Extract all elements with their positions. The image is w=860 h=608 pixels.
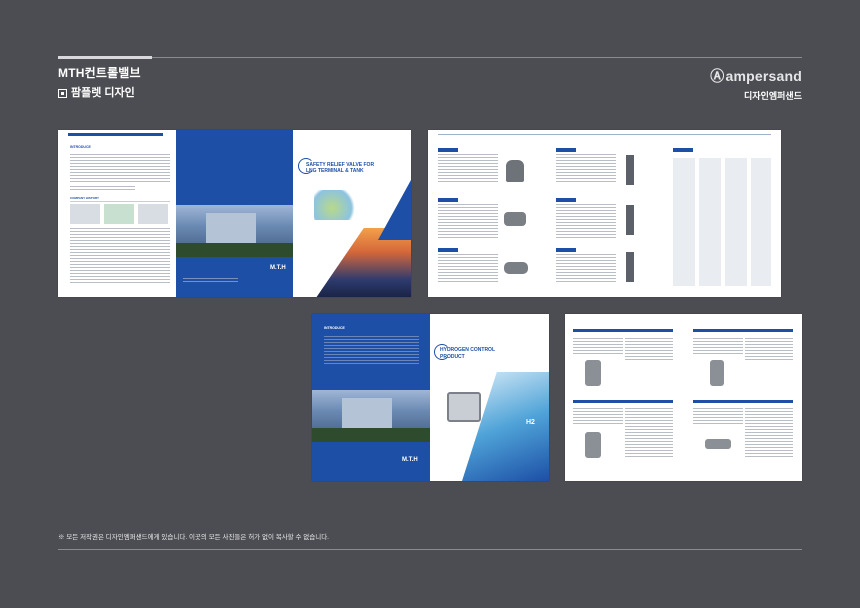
- page-subtitle: 팜플렛 디자인: [58, 84, 135, 100]
- building-photo: [312, 390, 430, 442]
- brochure-spread-hydrogen-specs: [565, 314, 802, 481]
- valve-photo: [626, 155, 634, 185]
- mth-logo: M.T.H: [402, 457, 418, 463]
- brand-block: Ⓐampersand 디자인엠퍼샌드: [710, 66, 802, 102]
- history-image: [70, 204, 100, 224]
- valve-photo: [626, 252, 634, 282]
- intro-text: [70, 154, 170, 184]
- valve-photo: [504, 262, 528, 274]
- valve-photo: [585, 432, 601, 458]
- actuator-photo: [447, 392, 481, 422]
- top-divider-accent: [58, 56, 152, 59]
- intro-heading: INTRODUCE: [70, 145, 91, 149]
- valve-photo: [506, 160, 524, 182]
- valve-photo: [504, 212, 526, 226]
- valve-photo: [705, 439, 731, 449]
- bottom-divider: [58, 549, 802, 550]
- cover-title-line2: LNG TERMINAL & TANK: [306, 168, 364, 174]
- square-bullet-icon: [58, 88, 67, 98]
- cover-circle-icon: [434, 344, 450, 360]
- mth-logo: M.T.H: [270, 265, 286, 271]
- brochure-spread-products: [428, 130, 781, 297]
- hydrogen-graphic: [462, 372, 549, 481]
- valve-photo: [585, 360, 601, 386]
- spec-table: [625, 338, 673, 362]
- top-divider: [58, 57, 802, 58]
- illustration: [314, 190, 359, 220]
- brand-subtitle: 디자인엠퍼샌드: [744, 91, 802, 101]
- cover-circle-icon: [298, 158, 314, 174]
- spec-table: [438, 154, 498, 184]
- ampersand-a-icon: Ⓐ: [710, 68, 725, 84]
- valve-photo: [626, 205, 634, 235]
- brochure-spread-hydrogen-cover: INTRODUCE M.T.H HYDROGEN CONTROL PRODUCT…: [312, 314, 549, 481]
- brand-logo: Ⓐampersand: [710, 68, 802, 84]
- building-photo: [176, 205, 293, 257]
- intro-heading: INTRODUCE: [324, 326, 345, 330]
- copyright-notice: ※ 모든 저작권은 디자인엠퍼샌드에게 있습니다. 이곳의 모든 사진들은 허가…: [58, 534, 329, 541]
- certificate-grid: [673, 158, 771, 286]
- h2-badge: H2: [526, 419, 535, 426]
- brochure-spread-lng-cover: INTRODUCE COMPANY HISTORY M.T.H SAFETY R…: [58, 130, 411, 297]
- history-heading: COMPANY HISTORY: [70, 196, 100, 200]
- valve-photo: [710, 360, 724, 386]
- page-title: MTH컨트롤밸브: [58, 66, 141, 80]
